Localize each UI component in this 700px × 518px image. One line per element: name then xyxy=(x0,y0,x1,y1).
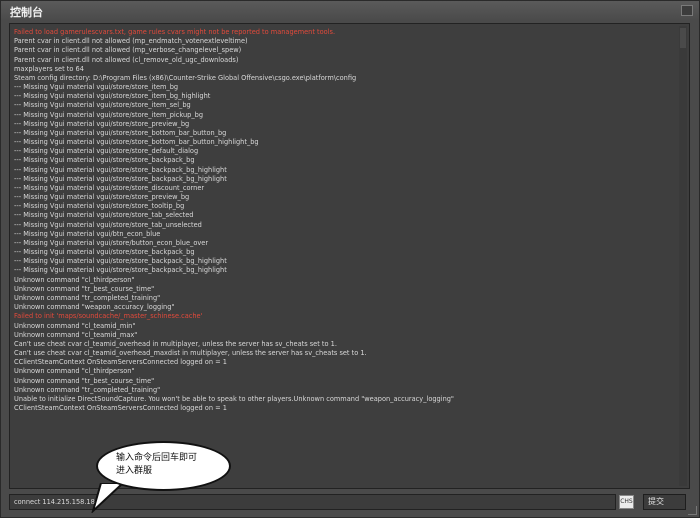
console-line: Unknown command "cl_teamid_max" xyxy=(14,330,138,339)
callout-line-2: 进入群服 xyxy=(116,466,153,476)
scrollbar[interactable] xyxy=(679,26,687,486)
callout-line-1: 输入命令后回车即可 xyxy=(116,453,198,463)
console-line: --- Missing Vgui material vgui/store/sto… xyxy=(14,101,191,110)
console-output[interactable]: Failed to load gamerulescvars.txt, game … xyxy=(9,23,690,489)
resize-grip[interactable] xyxy=(688,506,697,515)
scrollbar-thumb[interactable] xyxy=(680,28,686,48)
console-line: Unknown command "cl_thirdperson" xyxy=(14,367,135,376)
console-line: --- Missing Vgui material vgui/store/sto… xyxy=(14,174,227,183)
console-line: --- Missing Vgui material vgui/store/sto… xyxy=(14,257,227,266)
console-line: --- Missing Vgui material vgui/store/sto… xyxy=(14,248,195,257)
console-line: --- Missing Vgui material vgui/store/sto… xyxy=(14,138,259,147)
console-line: Unknown command "tr_best_course_time" xyxy=(14,376,155,385)
console-line: --- Missing Vgui material vgui/store/sto… xyxy=(14,211,194,220)
callout-text: 输入命令后回车即可 进入群服 xyxy=(116,452,220,478)
title-bar[interactable]: 控制台 xyxy=(1,1,699,21)
console-line: --- Missing Vgui material vgui/store/sto… xyxy=(14,119,190,128)
console-line: Unable to initialize DirectSoundCapture.… xyxy=(14,394,454,403)
console-line: Can't use cheat cvar cl_teamid_overhead … xyxy=(14,339,337,348)
console-line: --- Missing Vgui material vgui/store/but… xyxy=(14,238,209,247)
console-line: --- Missing Vgui material vgui/store/sto… xyxy=(14,220,202,229)
console-line: --- Missing Vgui material vgui/store/sto… xyxy=(14,92,211,101)
console-lines: Failed to load gamerulescvars.txt, game … xyxy=(14,28,675,413)
submit-button[interactable]: 提交 xyxy=(643,494,686,510)
callout-tail xyxy=(91,483,125,513)
console-line: Parent cvar in client.dll not allowed (m… xyxy=(14,46,242,55)
console-line: Parent cvar in client.dll not allowed (c… xyxy=(14,55,239,64)
console-line: Can't use cheat cvar cl_teamid_overhead_… xyxy=(14,349,367,358)
console-line: Unknown command "tr_completed_training" xyxy=(14,385,161,394)
ime-indicator[interactable]: CHS xyxy=(619,495,634,509)
console-window: 控制台 Failed to load gamerulescvars.txt, g… xyxy=(0,0,700,518)
console-line: Unknown command "tr_best_course_time" xyxy=(14,284,155,293)
console-line: --- Missing Vgui material vgui/store/sto… xyxy=(14,110,204,119)
console-line: --- Missing Vgui material vgui/store/sto… xyxy=(14,83,179,92)
console-line: Unknown command "cl_thirdperson" xyxy=(14,275,135,284)
console-line: --- Missing Vgui material vgui/store/sto… xyxy=(14,128,227,137)
console-line: Parent cvar in client.dll not allowed (m… xyxy=(14,37,248,46)
console-line: Unknown command "cl_teamid_min" xyxy=(14,321,136,330)
console-line: maxplayers set to 64 xyxy=(14,64,84,73)
console-line: --- Missing Vgui material vgui/btn_econ_… xyxy=(14,229,161,238)
console-line: Unknown command "weapon_accuracy_logging… xyxy=(14,303,175,312)
console-line: --- Missing Vgui material vgui/store/sto… xyxy=(14,165,227,174)
console-line: CClientSteamContext OnSteamServersConnec… xyxy=(14,358,227,367)
console-line: Steam config directory: D:\Program Files… xyxy=(14,73,357,82)
window-title: 控制台 xyxy=(10,6,43,19)
console-line: Unknown command "tr_completed_training" xyxy=(14,293,161,302)
console-line: --- Missing Vgui material vgui/store/sto… xyxy=(14,147,199,156)
console-line: --- Missing Vgui material vgui/store/sto… xyxy=(14,202,185,211)
console-line: CClientSteamContext OnSteamServersConnec… xyxy=(14,404,227,413)
console-line: --- Missing Vgui material vgui/store/sto… xyxy=(14,183,205,192)
console-error-line: Failed to init 'maps/soundcache/_master_… xyxy=(14,312,203,321)
console-line: --- Missing Vgui material vgui/store/sto… xyxy=(14,156,195,165)
callout-bubble: 输入命令后回车即可 进入群服 xyxy=(96,441,231,491)
console-error-line: Failed to load gamerulescvars.txt, game … xyxy=(14,28,336,36)
console-line: --- Missing Vgui material vgui/store/sto… xyxy=(14,266,227,275)
close-button[interactable] xyxy=(681,5,693,16)
console-line: --- Missing Vgui material vgui/store/sto… xyxy=(14,193,190,202)
